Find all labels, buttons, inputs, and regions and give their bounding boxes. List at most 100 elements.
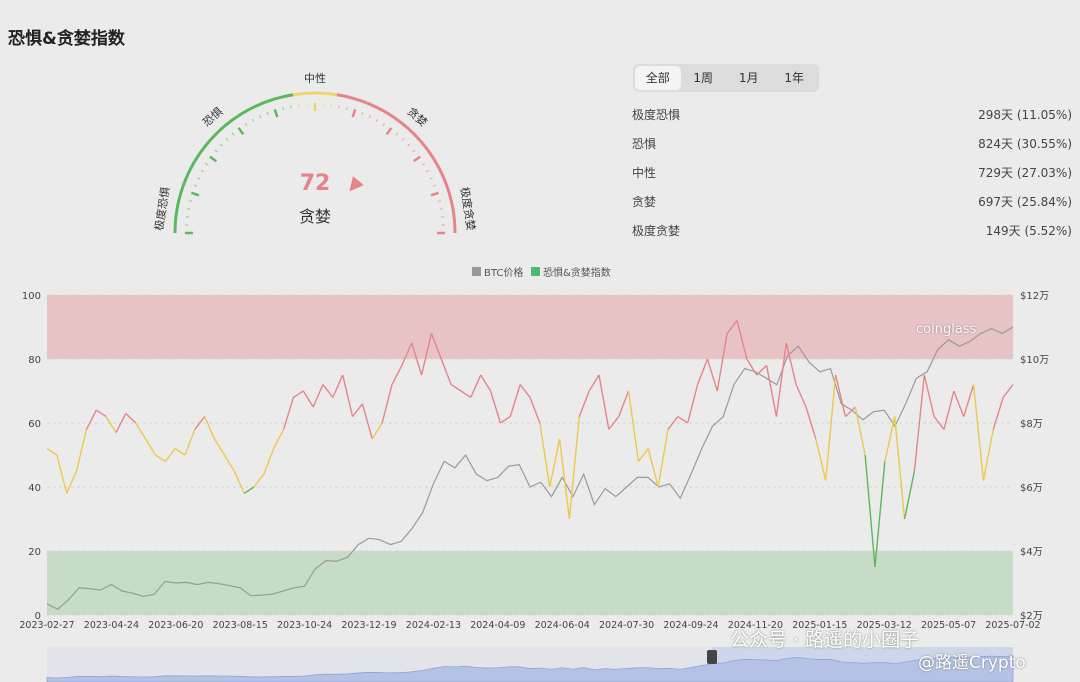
tab-1year[interactable]: 1年 bbox=[772, 66, 818, 90]
stat-row: 贪婪 697天 (25.84%) bbox=[632, 187, 1072, 216]
fgi-segment bbox=[618, 390, 630, 417]
fgi-segment bbox=[529, 397, 541, 424]
fgi-segment bbox=[519, 384, 531, 398]
fgi-segment bbox=[923, 374, 935, 417]
gauge-tick bbox=[204, 162, 209, 166]
gauge-tick bbox=[259, 115, 262, 119]
fgi-segment bbox=[371, 422, 383, 440]
y-left-tick-label: 40 bbox=[28, 483, 41, 494]
gauge-zone-label: 极度贪婪 bbox=[458, 186, 479, 232]
range-navigator[interactable] bbox=[46, 647, 1014, 682]
stat-label: 中性 bbox=[632, 166, 657, 180]
gauge-tick bbox=[395, 132, 399, 136]
stat-row: 恐惧 824天 (30.55%) bbox=[632, 129, 1072, 158]
fgi-segment bbox=[549, 438, 561, 488]
gauge-arc bbox=[173, 93, 294, 234]
fgi-segment bbox=[982, 429, 994, 481]
gauge-tick bbox=[421, 162, 426, 166]
gauge-zone-label: 中性 bbox=[304, 71, 326, 85]
stat-row: 中性 729天 (27.03%) bbox=[632, 158, 1072, 187]
tab-1month[interactable]: 1月 bbox=[726, 66, 772, 90]
fgi-segment bbox=[568, 416, 580, 520]
wechat-watermark: 公众号 · 路遥的小圈子 bbox=[730, 629, 920, 651]
fgi-segment bbox=[815, 438, 827, 481]
period-tabs: 全部 1周 1月 1年 bbox=[633, 64, 819, 92]
gauge-tick bbox=[429, 177, 433, 180]
fgi-segment bbox=[470, 374, 482, 398]
gauge-tick bbox=[251, 118, 255, 122]
gauge-tick bbox=[290, 105, 292, 109]
fgi-segment bbox=[539, 422, 551, 488]
gauge-tick bbox=[338, 105, 340, 109]
gauge-tick bbox=[231, 132, 235, 136]
gauge-tick bbox=[282, 106, 284, 111]
gauge-tick bbox=[385, 127, 393, 136]
fgi-segment bbox=[687, 384, 699, 424]
gauge-tick bbox=[432, 184, 437, 187]
legend-swatch-btc bbox=[472, 267, 481, 276]
fgi-segment bbox=[174, 448, 186, 456]
y-right-tick-label: $6万 bbox=[1020, 483, 1043, 494]
x-tick-label: 2024-04-09 bbox=[470, 620, 525, 631]
fgi-segment bbox=[667, 416, 679, 430]
handle-watermark: @路遥Crypto bbox=[918, 653, 1026, 673]
y-left-tick-label: 80 bbox=[28, 355, 41, 366]
fgi-segment bbox=[263, 448, 275, 475]
fgi-segment bbox=[95, 409, 107, 418]
tab-1week[interactable]: 1周 bbox=[681, 66, 727, 90]
fgi-segment bbox=[480, 374, 492, 392]
gauge-tick bbox=[188, 200, 193, 202]
gauge-value: 72 bbox=[300, 171, 331, 196]
fgi-segment bbox=[85, 409, 97, 430]
fgi-segment bbox=[243, 486, 255, 494]
x-tick-label: 2023-10-24 bbox=[277, 620, 332, 631]
fgi-segment bbox=[312, 384, 324, 408]
fgi-segment bbox=[746, 358, 758, 376]
gauge-tick bbox=[346, 106, 348, 111]
fear-greed-gauge: 极度恐惧恐惧中性贪婪极度贪婪 72 贪婪 bbox=[152, 71, 479, 235]
fgi-segment bbox=[352, 403, 363, 418]
gauge-tick bbox=[361, 111, 364, 116]
gauge-tick bbox=[351, 108, 357, 118]
gauge-pointer-icon bbox=[349, 176, 364, 192]
gauge-tick bbox=[214, 149, 218, 153]
coinglass-watermark: coinglass bbox=[916, 322, 977, 337]
fgi-segment bbox=[913, 374, 925, 472]
stat-value: 298天 (11.05%) bbox=[978, 108, 1072, 122]
tab-all[interactable]: 全部 bbox=[635, 66, 681, 90]
fgi-segment bbox=[992, 397, 1004, 430]
gauge-tick bbox=[187, 208, 191, 210]
chart-legend: BTC价格 恐惧&贪婪指数 bbox=[472, 266, 611, 279]
y-left-tick-label: 100 bbox=[22, 291, 41, 302]
fgi-segment bbox=[46, 448, 58, 456]
fgi-segment bbox=[164, 448, 176, 462]
gauge-tick bbox=[437, 200, 442, 202]
legend-swatch-fgi bbox=[531, 267, 540, 276]
fgi-segment bbox=[75, 429, 88, 472]
fgi-segment bbox=[223, 454, 235, 472]
gauge-tick bbox=[412, 155, 421, 163]
gauge-tick bbox=[407, 143, 411, 147]
gauge-tick bbox=[244, 122, 248, 127]
gauge-tick bbox=[273, 108, 279, 118]
fgi-segment bbox=[144, 438, 157, 456]
fgi-segment bbox=[677, 416, 689, 424]
fgi-segment bbox=[943, 390, 955, 430]
gauge-tick bbox=[368, 115, 371, 119]
gauge-tick bbox=[225, 137, 229, 141]
fgi-segment bbox=[253, 473, 265, 488]
fgi-segment bbox=[381, 384, 393, 424]
fgi-segment bbox=[66, 470, 78, 494]
stat-row: 极度贪婪 149天 (5.52%) bbox=[632, 216, 1072, 245]
fgi-segment bbox=[322, 384, 334, 398]
y-right-tick-label: $8万 bbox=[1020, 419, 1043, 430]
gauge-tick bbox=[266, 111, 269, 116]
gauge-tick bbox=[197, 177, 201, 180]
fgi-segment bbox=[273, 429, 285, 449]
gauge-arc bbox=[292, 91, 338, 97]
x-tick-label: 2023-08-15 bbox=[213, 620, 268, 631]
gauge-zone-label: 恐惧 bbox=[200, 104, 226, 129]
x-tick-label: 2024-06-04 bbox=[535, 620, 590, 631]
stat-label: 极度恐惧 bbox=[632, 108, 681, 122]
fgi-segment bbox=[115, 413, 127, 433]
